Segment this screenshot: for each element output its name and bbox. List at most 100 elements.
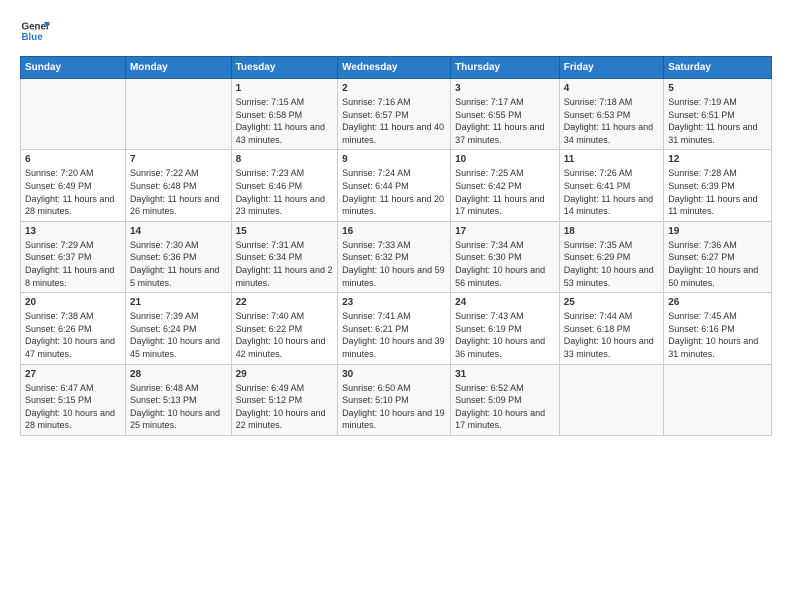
day-info: Sunrise: 7:25 AM <box>455 167 555 180</box>
day-info: Sunset: 5:12 PM <box>236 394 334 407</box>
day-info: Sunrise: 7:31 AM <box>236 239 334 252</box>
day-info: Sunrise: 7:18 AM <box>564 96 659 109</box>
day-info: Sunrise: 7:16 AM <box>342 96 446 109</box>
day-info: Sunset: 6:49 PM <box>25 180 121 193</box>
day-number: 24 <box>455 296 555 310</box>
day-info: Sunrise: 7:15 AM <box>236 96 334 109</box>
day-cell <box>664 364 772 435</box>
day-cell: 1Sunrise: 7:15 AMSunset: 6:58 PMDaylight… <box>231 79 338 150</box>
day-cell: 19Sunrise: 7:36 AMSunset: 6:27 PMDayligh… <box>664 221 772 292</box>
day-cell <box>21 79 126 150</box>
day-info: Sunrise: 6:52 AM <box>455 382 555 395</box>
day-info: Sunset: 6:32 PM <box>342 251 446 264</box>
day-cell <box>559 364 663 435</box>
day-info: Sunrise: 7:26 AM <box>564 167 659 180</box>
day-number: 8 <box>236 153 334 167</box>
day-number: 27 <box>25 368 121 382</box>
day-info: Sunrise: 7:24 AM <box>342 167 446 180</box>
day-number: 19 <box>668 225 767 239</box>
day-info: Sunrise: 7:19 AM <box>668 96 767 109</box>
day-cell: 14Sunrise: 7:30 AMSunset: 6:36 PMDayligh… <box>125 221 231 292</box>
day-info: Sunset: 6:46 PM <box>236 180 334 193</box>
day-number: 5 <box>668 82 767 96</box>
day-number: 20 <box>25 296 121 310</box>
day-cell: 24Sunrise: 7:43 AMSunset: 6:19 PMDayligh… <box>451 293 560 364</box>
day-info: Sunset: 6:26 PM <box>25 323 121 336</box>
day-info: Daylight: 10 hours and 45 minutes. <box>130 335 227 360</box>
col-header-sunday: Sunday <box>21 57 126 79</box>
day-info: Sunrise: 7:38 AM <box>25 310 121 323</box>
day-info: Sunrise: 7:39 AM <box>130 310 227 323</box>
svg-text:Blue: Blue <box>22 32 44 43</box>
day-number: 15 <box>236 225 334 239</box>
col-header-saturday: Saturday <box>664 57 772 79</box>
day-info: Sunrise: 7:45 AM <box>668 310 767 323</box>
day-info: Sunset: 5:10 PM <box>342 394 446 407</box>
day-info: Sunset: 6:42 PM <box>455 180 555 193</box>
day-info: Sunrise: 7:28 AM <box>668 167 767 180</box>
day-number: 11 <box>564 153 659 167</box>
day-info: Daylight: 10 hours and 56 minutes. <box>455 264 555 289</box>
day-number: 26 <box>668 296 767 310</box>
day-info: Daylight: 11 hours and 8 minutes. <box>25 264 121 289</box>
day-number: 21 <box>130 296 227 310</box>
day-info: Sunset: 6:53 PM <box>564 109 659 122</box>
day-cell: 4Sunrise: 7:18 AMSunset: 6:53 PMDaylight… <box>559 79 663 150</box>
day-info: Sunset: 6:39 PM <box>668 180 767 193</box>
day-info: Sunrise: 7:29 AM <box>25 239 121 252</box>
day-cell: 8Sunrise: 7:23 AMSunset: 6:46 PMDaylight… <box>231 150 338 221</box>
day-cell: 6Sunrise: 7:20 AMSunset: 6:49 PMDaylight… <box>21 150 126 221</box>
day-info: Daylight: 11 hours and 28 minutes. <box>25 193 121 218</box>
day-cell: 5Sunrise: 7:19 AMSunset: 6:51 PMDaylight… <box>664 79 772 150</box>
day-info: Sunrise: 7:17 AM <box>455 96 555 109</box>
day-info: Sunset: 6:37 PM <box>25 251 121 264</box>
day-number: 28 <box>130 368 227 382</box>
day-number: 1 <box>236 82 334 96</box>
day-cell: 12Sunrise: 7:28 AMSunset: 6:39 PMDayligh… <box>664 150 772 221</box>
day-info: Sunrise: 7:35 AM <box>564 239 659 252</box>
day-number: 30 <box>342 368 446 382</box>
day-info: Sunrise: 7:41 AM <box>342 310 446 323</box>
day-info: Sunset: 6:41 PM <box>564 180 659 193</box>
day-info: Sunrise: 7:20 AM <box>25 167 121 180</box>
header-row: SundayMondayTuesdayWednesdayThursdayFrid… <box>21 57 772 79</box>
day-info: Daylight: 10 hours and 39 minutes. <box>342 335 446 360</box>
day-info: Daylight: 11 hours and 31 minutes. <box>668 121 767 146</box>
day-info: Sunrise: 7:23 AM <box>236 167 334 180</box>
day-cell: 26Sunrise: 7:45 AMSunset: 6:16 PMDayligh… <box>664 293 772 364</box>
logo-icon: General Blue <box>20 16 50 46</box>
day-cell: 23Sunrise: 7:41 AMSunset: 6:21 PMDayligh… <box>338 293 451 364</box>
day-info: Sunset: 6:57 PM <box>342 109 446 122</box>
day-info: Daylight: 10 hours and 59 minutes. <box>342 264 446 289</box>
day-info: Sunset: 6:29 PM <box>564 251 659 264</box>
day-info: Daylight: 10 hours and 25 minutes. <box>130 407 227 432</box>
day-info: Sunset: 6:24 PM <box>130 323 227 336</box>
day-info: Sunset: 6:18 PM <box>564 323 659 336</box>
day-info: Daylight: 10 hours and 47 minutes. <box>25 335 121 360</box>
day-info: Sunset: 6:48 PM <box>130 180 227 193</box>
day-cell: 2Sunrise: 7:16 AMSunset: 6:57 PMDaylight… <box>338 79 451 150</box>
day-number: 23 <box>342 296 446 310</box>
day-info: Sunrise: 7:34 AM <box>455 239 555 252</box>
day-cell: 22Sunrise: 7:40 AMSunset: 6:22 PMDayligh… <box>231 293 338 364</box>
day-info: Sunset: 6:27 PM <box>668 251 767 264</box>
day-number: 13 <box>25 225 121 239</box>
day-info: Sunset: 6:55 PM <box>455 109 555 122</box>
day-cell: 11Sunrise: 7:26 AMSunset: 6:41 PMDayligh… <box>559 150 663 221</box>
day-info: Sunset: 6:30 PM <box>455 251 555 264</box>
day-info: Daylight: 10 hours and 31 minutes. <box>668 335 767 360</box>
day-info: Daylight: 11 hours and 5 minutes. <box>130 264 227 289</box>
day-cell: 3Sunrise: 7:17 AMSunset: 6:55 PMDaylight… <box>451 79 560 150</box>
day-info: Sunrise: 6:49 AM <box>236 382 334 395</box>
day-info: Daylight: 11 hours and 11 minutes. <box>668 193 767 218</box>
day-info: Sunrise: 7:36 AM <box>668 239 767 252</box>
day-info: Sunset: 6:22 PM <box>236 323 334 336</box>
day-info: Daylight: 11 hours and 40 minutes. <box>342 121 446 146</box>
day-info: Sunset: 6:19 PM <box>455 323 555 336</box>
col-header-wednesday: Wednesday <box>338 57 451 79</box>
day-info: Sunrise: 6:50 AM <box>342 382 446 395</box>
day-cell: 10Sunrise: 7:25 AMSunset: 6:42 PMDayligh… <box>451 150 560 221</box>
day-cell: 21Sunrise: 7:39 AMSunset: 6:24 PMDayligh… <box>125 293 231 364</box>
week-row-2: 6Sunrise: 7:20 AMSunset: 6:49 PMDaylight… <box>21 150 772 221</box>
week-row-4: 20Sunrise: 7:38 AMSunset: 6:26 PMDayligh… <box>21 293 772 364</box>
